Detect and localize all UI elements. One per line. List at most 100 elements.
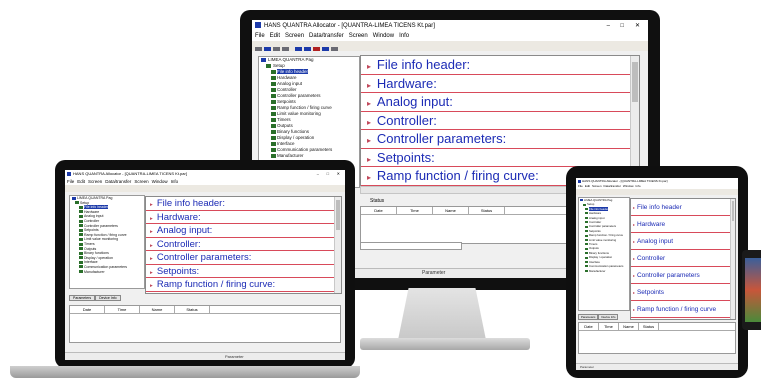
sections-scrollbar[interactable] xyxy=(730,199,735,319)
new-icon[interactable] xyxy=(255,46,262,51)
tab-parameters[interactable]: Parameters xyxy=(69,295,96,301)
section-header[interactable]: ▸ Setpoints: xyxy=(146,265,341,278)
section-header[interactable]: ▸ Ramp function / firing curve xyxy=(631,301,735,318)
menu-info[interactable]: Info xyxy=(171,178,179,185)
sections-scrollbar[interactable] xyxy=(334,197,341,293)
compare-icon[interactable] xyxy=(313,46,320,51)
section-header[interactable]: ▸ File info header: xyxy=(146,197,341,211)
parameter-node-icon xyxy=(585,252,588,255)
tab-parameters[interactable]: Parameters xyxy=(578,314,599,320)
section-header[interactable]: ▸ Controller parameters xyxy=(631,267,735,284)
menu-edit[interactable]: Edit xyxy=(77,178,85,185)
section-header[interactable]: ▸ Setpoints: xyxy=(361,149,639,167)
maximize-icon[interactable]: □ xyxy=(620,20,624,32)
section-header[interactable]: ▸ Analog input xyxy=(631,233,735,250)
tree-item-label: Manufacturer xyxy=(277,153,304,158)
section-header[interactable]: ▸ Hardware xyxy=(631,216,735,233)
section-header[interactable]: ▸ Controller parameters: xyxy=(146,251,341,265)
minimize-icon[interactable]: – xyxy=(607,20,610,32)
tree-item-label: Analog input xyxy=(277,81,303,86)
section-header[interactable]: ▸ Controller parameters: xyxy=(361,130,639,149)
tab-device-info[interactable]: Device Info xyxy=(95,295,121,301)
section-header[interactable]: ▸ Controller: xyxy=(361,112,639,130)
toolbar xyxy=(576,189,738,195)
tree-item-label: Controller xyxy=(589,220,602,225)
menu-window[interactable]: Window xyxy=(152,178,168,185)
parameter-tree: LIMEA QUANTRA Pag Setup File info header… xyxy=(69,195,145,289)
menu-info[interactable]: Info xyxy=(399,32,409,41)
online-icon[interactable] xyxy=(322,46,329,51)
grid-column-header[interactable]: Status xyxy=(639,323,659,330)
menu-data-transfer[interactable]: Data/transfer xyxy=(309,32,344,41)
tree-item[interactable]: Manufacturer xyxy=(70,270,144,275)
tree-item[interactable]: Manufacturer xyxy=(579,269,629,273)
status-bar: Parameter xyxy=(65,352,345,360)
section-header[interactable]: ▸ Controller xyxy=(631,250,735,267)
grid-column-header[interactable]: Status xyxy=(175,306,210,313)
menu-file[interactable]: File xyxy=(67,178,74,185)
section-header[interactable]: ▸ Setpoints xyxy=(631,284,735,301)
tablet-screen: HANS QUANTRA Allocator - [QUANTRA-LIMEA … xyxy=(576,178,738,370)
laptop-base xyxy=(10,366,360,378)
section-header[interactable]: ▸ Controller: xyxy=(146,238,341,251)
grid-column-header[interactable]: Time xyxy=(397,207,433,214)
menu-edit[interactable]: Edit xyxy=(270,32,280,41)
laptop-screen: HANS QUANTRA Allocator - [QUANTRA-LIMEA … xyxy=(65,170,345,360)
expand-arrow-icon: ▸ xyxy=(633,205,635,210)
grid-column-header[interactable]: Time xyxy=(105,306,140,313)
section-header[interactable]: ▸ Hardware: xyxy=(146,211,341,224)
tree-item-label: Controller xyxy=(277,87,297,92)
status-text: Parameter xyxy=(422,270,446,276)
section-header[interactable]: ▸ Ramp function / firing curve: xyxy=(146,278,341,292)
tree-item-label: Communication parameters xyxy=(277,147,333,152)
menu-screen[interactable]: Screen xyxy=(285,32,304,41)
parameter-node-icon xyxy=(79,210,83,214)
grid-column-header[interactable]: Time xyxy=(599,323,619,330)
section-header[interactable]: ▸ File info header xyxy=(631,199,735,216)
close-icon[interactable]: ✕ xyxy=(337,170,340,178)
tree-item-label: Interface xyxy=(589,259,600,264)
menu-screen[interactable]: Screen xyxy=(88,178,102,185)
maximize-icon[interactable]: □ xyxy=(327,170,329,178)
settings-icon[interactable] xyxy=(331,46,338,51)
print-icon[interactable] xyxy=(282,46,289,51)
parameter-node-icon xyxy=(79,205,83,209)
grid-column-header[interactable]: Date xyxy=(579,323,599,330)
tree-item-label: Display / operation xyxy=(84,255,113,260)
grid-column-header[interactable]: Name xyxy=(140,306,175,313)
parameter-node-icon xyxy=(271,117,276,122)
menu-data-transfer[interactable]: Data/transfer xyxy=(105,178,131,185)
menu-screen-2[interactable]: Screen xyxy=(134,178,148,185)
save-icon[interactable] xyxy=(273,46,280,51)
open-icon[interactable] xyxy=(264,46,271,51)
menu-window[interactable]: Window xyxy=(373,32,394,41)
section-header[interactable]: ▸ Analog input: xyxy=(361,93,639,112)
menu-bar: File Edit Screen Data/transfer Screen Window I… xyxy=(65,178,345,185)
read-icon[interactable] xyxy=(295,46,302,51)
grid-column-header[interactable]: Date xyxy=(70,306,105,313)
tab-device-info[interactable]: Device Info xyxy=(598,314,619,320)
menu-screen-2[interactable]: Screen xyxy=(349,32,368,41)
parameter-node-icon xyxy=(271,153,276,158)
section-label: File info header: xyxy=(156,198,225,209)
grid-column-header[interactable]: Date xyxy=(361,207,397,214)
grid-column-header[interactable]: Name xyxy=(433,207,469,214)
section-header[interactable]: ▸ Analog input: xyxy=(146,224,341,238)
expand-arrow-icon: ▸ xyxy=(633,307,635,312)
tree-item-label: Manufacturer xyxy=(589,268,606,273)
grid-column-header[interactable]: Name xyxy=(619,323,639,330)
parameter-node-icon xyxy=(585,230,588,233)
menu-file[interactable]: File xyxy=(255,32,265,41)
close-icon[interactable]: ✕ xyxy=(635,20,640,32)
tree-item[interactable]: Manufacturer xyxy=(259,153,359,159)
input-field[interactable] xyxy=(360,242,462,250)
tree-item-label: Binary functions xyxy=(277,129,310,134)
parameter-node-icon xyxy=(585,208,588,211)
section-header[interactable]: ▸ Hardware: xyxy=(361,75,639,93)
sections-panel: ▸ File info header ▸ Hardware ▸ Analog input ▸… xyxy=(630,198,736,320)
section-header[interactable]: ▸ File info header: xyxy=(361,56,639,75)
minimize-icon[interactable]: – xyxy=(317,170,319,178)
grid-column-header[interactable]: Status xyxy=(469,207,505,214)
write-icon[interactable] xyxy=(304,46,311,51)
tree-item-label: Controller parameters xyxy=(277,93,321,98)
